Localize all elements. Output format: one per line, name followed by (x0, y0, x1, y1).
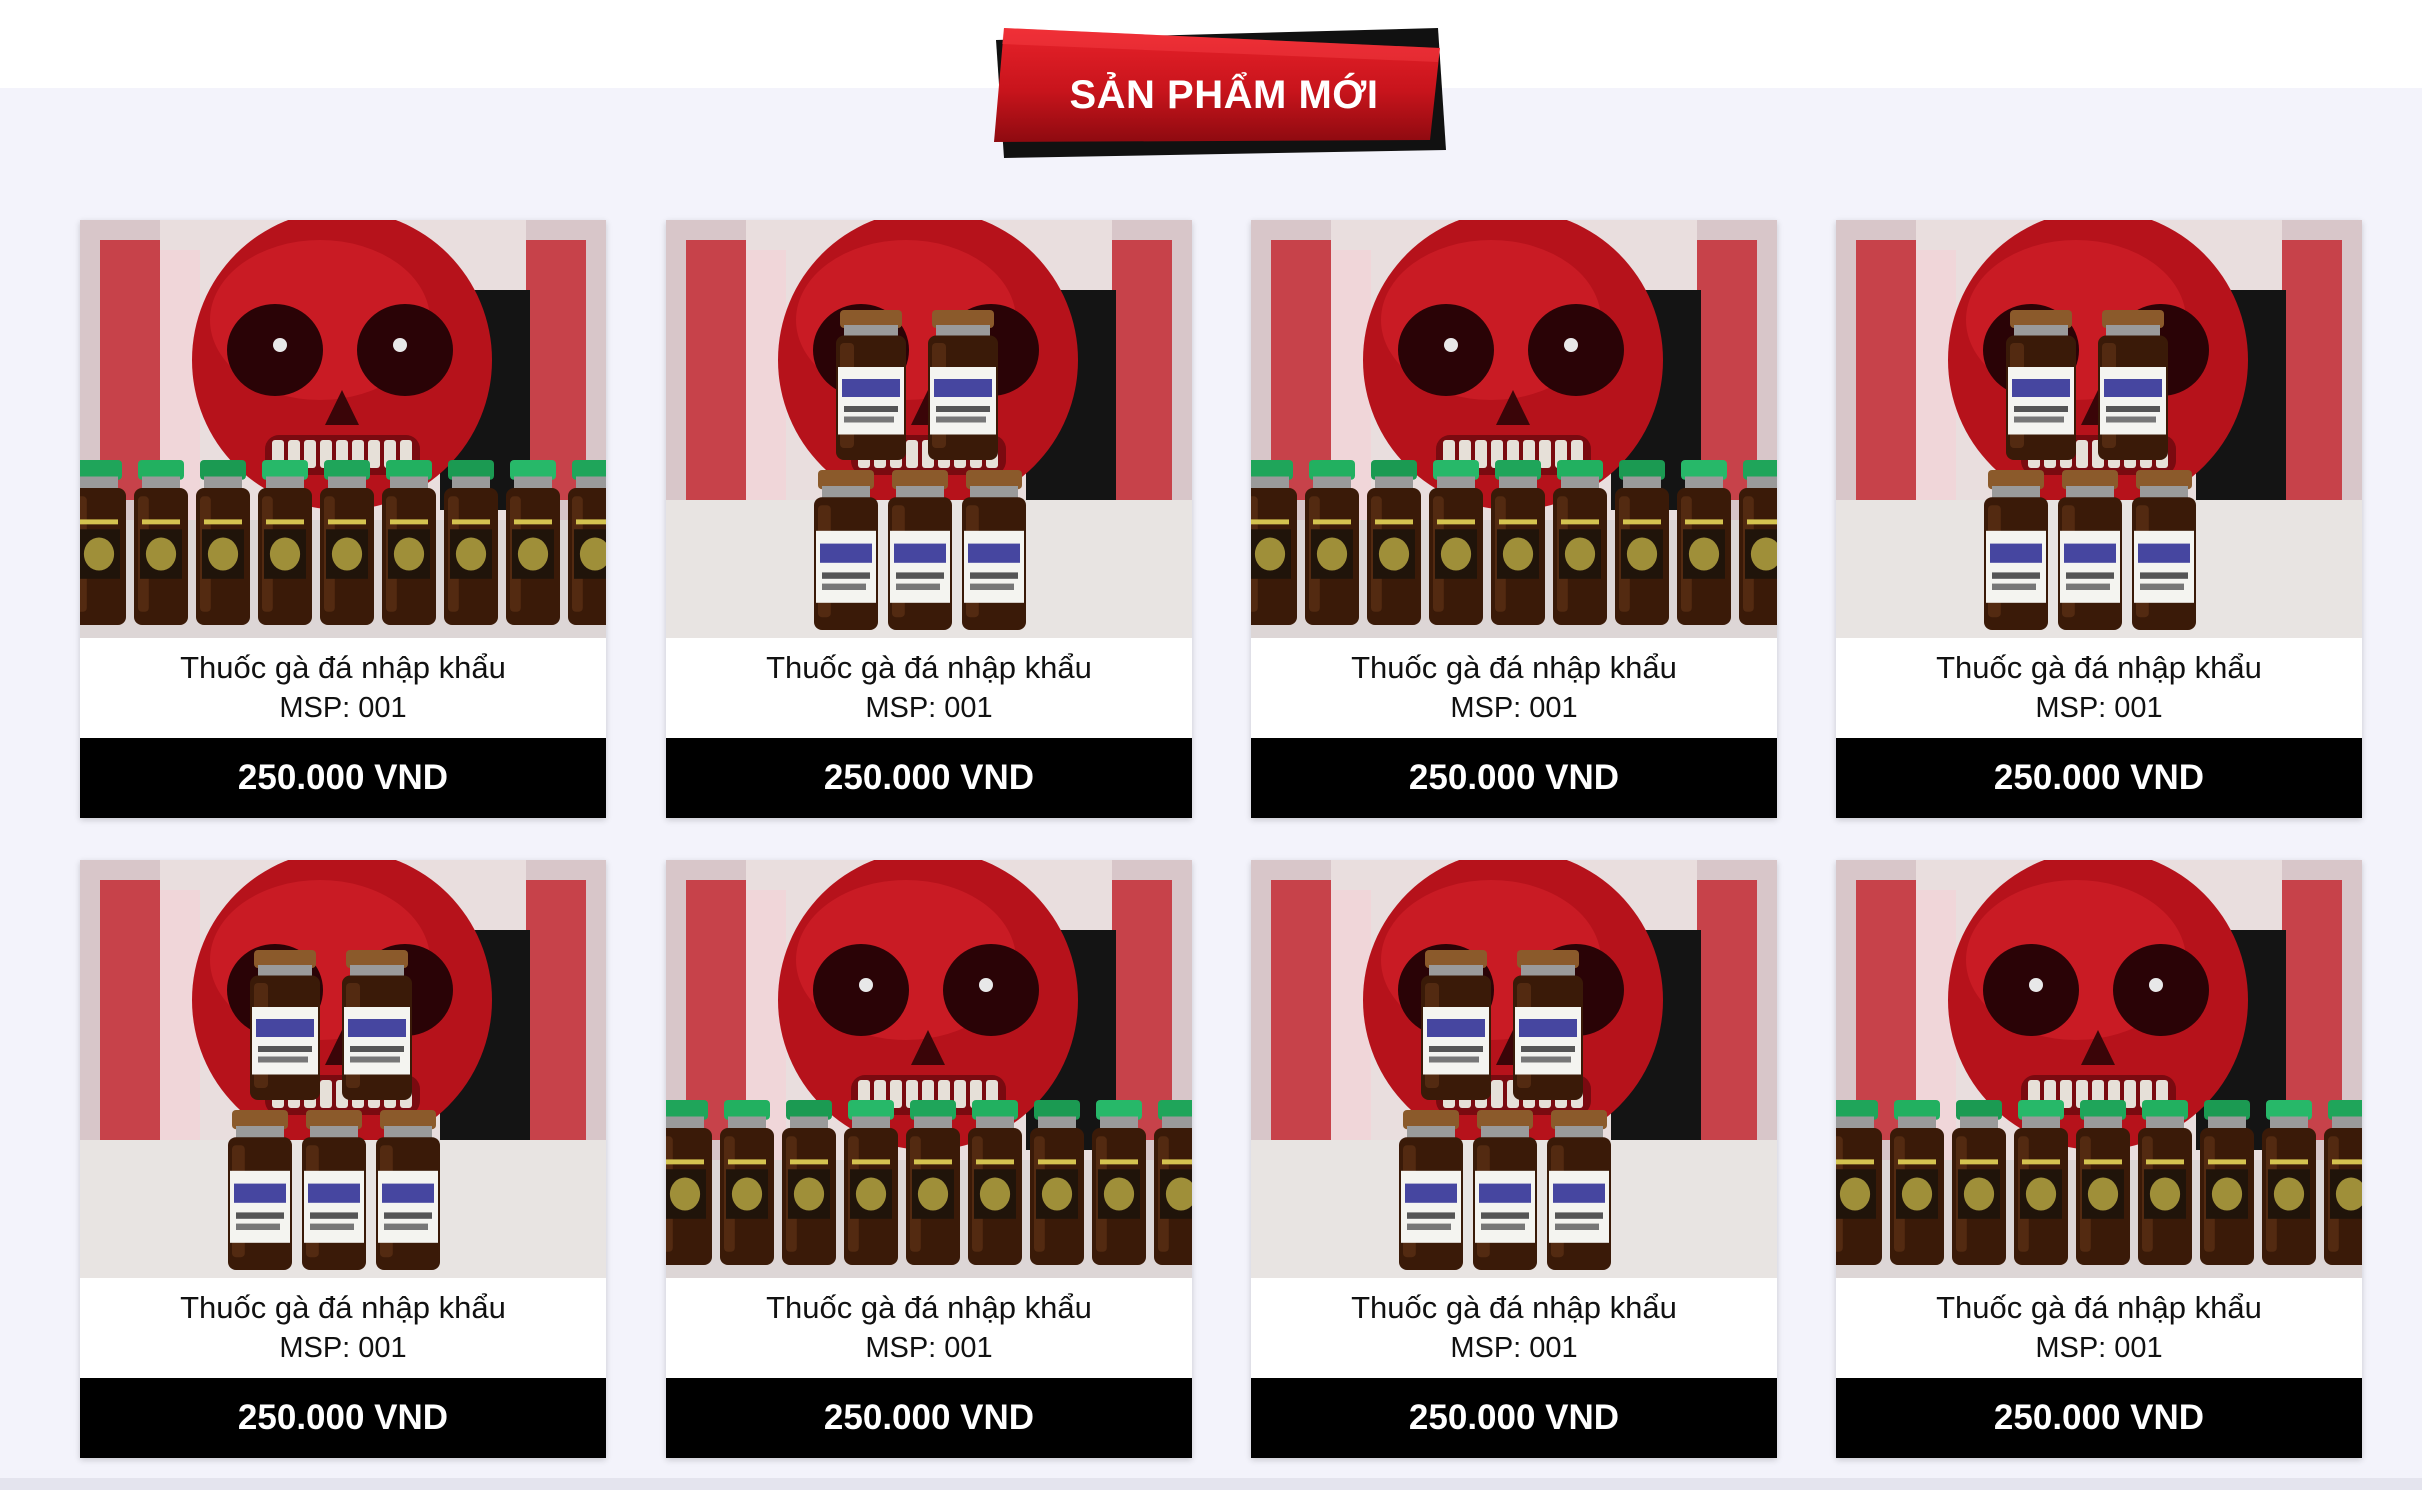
product-name[interactable]: Thuốc gà đá nhập khẩu (80, 648, 606, 688)
product-image[interactable] (80, 860, 606, 1278)
product-photo (80, 220, 606, 638)
product-card[interactable]: Thuốc gà đá nhập khẩu MSP: 001 250.000 V… (1836, 220, 2362, 818)
product-card[interactable]: Thuốc gà đá nhập khẩu MSP: 001 250.000 V… (1251, 860, 1777, 1458)
product-name[interactable]: Thuốc gà đá nhập khẩu (1836, 648, 2362, 688)
product-image[interactable] (1251, 860, 1777, 1278)
product-image[interactable] (1836, 220, 2362, 638)
product-name[interactable]: Thuốc gà đá nhập khẩu (666, 1288, 1192, 1328)
product-card[interactable]: Thuốc gà đá nhập khẩu MSP: 001 250.000 V… (666, 860, 1192, 1458)
product-name[interactable]: Thuốc gà đá nhập khẩu (1251, 1288, 1777, 1328)
product-code: MSP: 001 (865, 692, 993, 724)
product-price: 250.000 VND (666, 738, 1192, 818)
product-card[interactable]: Thuốc gà đá nhập khẩu MSP: 001 250.000 V… (80, 860, 606, 1458)
product-price: 250.000 VND (1836, 1378, 2362, 1458)
product-photo (1251, 220, 1777, 638)
product-image[interactable] (1836, 860, 2362, 1278)
product-card[interactable]: Thuốc gà đá nhập khẩu MSP: 001 250.000 V… (1836, 860, 2362, 1458)
product-code: MSP: 001 (2035, 692, 2163, 724)
product-grid: Thuốc gà đá nhập khẩu MSP: 001 250.000 V… (80, 220, 2362, 1460)
product-photo (1836, 860, 2362, 1278)
section-title-ribbon: SẢN PHẨM MỚI (990, 22, 1450, 162)
product-photo (666, 220, 1192, 638)
product-price: 250.000 VND (666, 1378, 1192, 1458)
product-photo (1836, 220, 2362, 638)
product-name[interactable]: Thuốc gà đá nhập khẩu (666, 648, 1192, 688)
product-name[interactable]: Thuốc gà đá nhập khẩu (80, 1288, 606, 1328)
product-price: 250.000 VND (80, 738, 606, 818)
section-divider (0, 1478, 2422, 1490)
product-name[interactable]: Thuốc gà đá nhập khẩu (1251, 648, 1777, 688)
product-image[interactable] (666, 220, 1192, 638)
section-title: SẢN PHẨM MỚI (1069, 72, 1379, 117)
product-price: 250.000 VND (1251, 738, 1777, 818)
product-code: MSP: 001 (279, 692, 407, 724)
product-code: MSP: 001 (1450, 1332, 1578, 1364)
product-photo (80, 860, 606, 1278)
product-image[interactable] (80, 220, 606, 638)
product-code: MSP: 001 (279, 1332, 407, 1364)
product-card[interactable]: Thuốc gà đá nhập khẩu MSP: 001 250.000 V… (1251, 220, 1777, 818)
product-image[interactable] (1251, 220, 1777, 638)
product-name[interactable]: Thuốc gà đá nhập khẩu (1836, 1288, 2362, 1328)
product-code: MSP: 001 (2035, 1332, 2163, 1364)
product-price: 250.000 VND (1251, 1378, 1777, 1458)
product-price: 250.000 VND (80, 1378, 606, 1458)
product-photo (1251, 860, 1777, 1278)
product-price: 250.000 VND (1836, 738, 2362, 818)
product-code: MSP: 001 (1450, 692, 1578, 724)
product-image[interactable] (666, 860, 1192, 1278)
product-card[interactable]: Thuốc gà đá nhập khẩu MSP: 001 250.000 V… (666, 220, 1192, 818)
product-card[interactable]: Thuốc gà đá nhập khẩu MSP: 001 250.000 V… (80, 220, 606, 818)
product-code: MSP: 001 (865, 1332, 993, 1364)
product-photo (666, 860, 1192, 1278)
